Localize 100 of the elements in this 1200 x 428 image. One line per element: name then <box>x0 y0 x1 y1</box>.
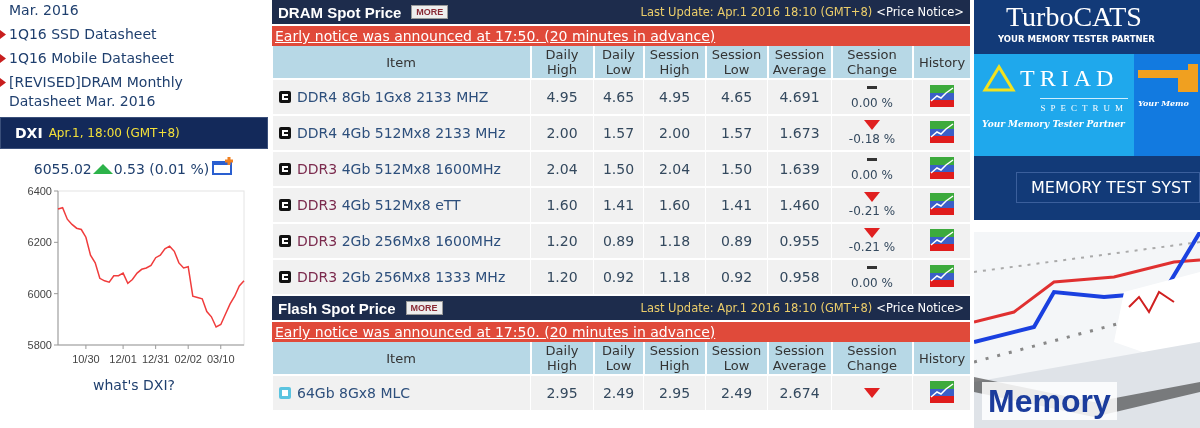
more-button[interactable]: MORE <box>411 5 449 19</box>
table-cell: 0.89 <box>705 223 768 259</box>
table-cell: 1.18 <box>643 223 706 259</box>
table-cell: 2.674 <box>767 375 832 410</box>
table-cell: 2.00 <box>643 115 706 151</box>
y-tick-label: 6200 <box>27 236 52 249</box>
early-notice-link[interactable]: Early notice was announced at 17:50. (20 minutes in advance) <box>275 324 716 340</box>
chip-icon <box>279 387 291 399</box>
price-notice-link[interactable]: <Price Notice> <box>876 5 964 19</box>
column-header: Session Change <box>831 46 913 79</box>
column-header: Session Change <box>831 342 913 375</box>
column-header: Daily High <box>530 342 594 375</box>
table-cell: 4.65 <box>593 79 644 115</box>
table-cell: 1.57 <box>593 115 644 151</box>
column-header: Session Average <box>767 46 832 79</box>
ad-brand-subtitle: SPECTRUM <box>1040 98 1128 113</box>
x-tick-label: 12/01 <box>109 353 137 365</box>
chip-icon <box>279 91 291 103</box>
table-cell: 4.95 <box>530 79 594 115</box>
column-header: Daily Low <box>593 342 644 375</box>
up-arrow-icon <box>92 164 113 174</box>
down-arrow-icon <box>864 120 880 130</box>
table-cell: 1.20 <box>530 223 594 259</box>
y-tick-label: 5800 <box>27 339 52 351</box>
column-header: Daily High <box>530 46 594 79</box>
chip-icon <box>279 271 291 283</box>
ad-slogan: Your Memory Tester Partner <box>982 119 1127 129</box>
datasheet-link[interactable]: Mar. 2016 <box>9 1 79 20</box>
dxi-title: DXI <box>15 125 43 141</box>
table-cell: 1.673 <box>767 115 832 151</box>
table-cell: 2.04 <box>530 151 594 187</box>
calendar-icon[interactable] <box>212 157 235 175</box>
chart-icon[interactable] <box>929 84 954 107</box>
x-tick-label: 12/31 <box>141 353 170 365</box>
chip-icon <box>279 199 291 211</box>
more-button[interactable]: MORE <box>405 301 443 315</box>
table-cell: 1.60 <box>643 187 706 223</box>
chart-icon[interactable] <box>929 120 954 143</box>
column-header: Item <box>272 342 531 375</box>
dxi-change: 0.53 (0.01 %) <box>113 161 210 177</box>
table-cell: 1.57 <box>705 115 768 151</box>
column-header: Daily Low <box>593 46 644 79</box>
datasheet-link[interactable]: 1Q16 Mobile Datasheet <box>9 49 174 68</box>
section-title: DRAM Spot Price <box>278 3 402 21</box>
down-arrow-icon <box>864 192 880 202</box>
ad-banner[interactable]: TurboCATS YOUR MEMORY TESTER PARTNER TRIAD SPECTRUM Your Memory Tester Partner Your Memo MEMORY TEST SYST <box>974 0 1200 220</box>
datasheet-link[interactable]: [REVISED]DRAM Monthly Datasheet Mar. 2016 <box>9 73 248 111</box>
column-header: History <box>912 342 970 375</box>
datasheet-link[interactable]: 1Q16 SSD Datasheet <box>9 25 157 44</box>
column-header: Session Low <box>705 46 768 79</box>
table-cell: 0.955 <box>767 223 832 259</box>
table-cell: 1.20 <box>530 259 594 294</box>
change-value: 0.00 % <box>851 168 893 182</box>
change-value: -0.21 % <box>848 240 896 254</box>
column-header: Session High <box>643 342 706 375</box>
ad-tagline: YOUR MEMORY TESTER PARTNER <box>997 34 1156 44</box>
down-arrow-icon <box>864 388 880 398</box>
table-cell: 0.89 <box>593 223 644 259</box>
price-notice-link[interactable]: <Price Notice> <box>876 301 964 315</box>
early-notice-link[interactable]: Early notice was announced at 17:50. (20 minutes in advance) <box>275 28 716 44</box>
dxi-value: 6055.02 <box>33 161 92 177</box>
ad-footer-text: MEMORY TEST SYST <box>1031 178 1192 197</box>
column-header: Item <box>272 46 531 79</box>
chart-icon[interactable] <box>929 380 954 403</box>
table-cell: 1.639 <box>767 151 832 187</box>
table-cell: 1.460 <box>767 187 832 223</box>
table-cell: 0.92 <box>593 259 644 294</box>
table-cell: 1.50 <box>593 151 644 187</box>
table-cell: 1.50 <box>705 151 768 187</box>
logo-icon <box>1138 64 1198 92</box>
chart-icon[interactable] <box>929 192 954 215</box>
ad-brand: TRIAD <box>1020 64 1119 92</box>
column-header: Session Low <box>705 342 768 375</box>
column-header: History <box>912 46 970 79</box>
table-cell: 1.41 <box>593 187 644 223</box>
chart-icon[interactable] <box>929 264 954 287</box>
chart-icon[interactable] <box>929 156 954 179</box>
change-value: 0.00 % <box>851 276 893 290</box>
section-title: Flash Spot Price <box>278 299 396 317</box>
change-value: -0.18 % <box>848 132 896 146</box>
chart-icon[interactable] <box>929 228 954 251</box>
last-update: Last Update: Apr.1 2016 18:10 (GMT+8) <box>640 301 873 315</box>
ad-title: TurboCATS <box>1005 0 1143 34</box>
table-cell: 4.691 <box>767 79 832 115</box>
x-tick-label: 03/10 <box>207 353 235 365</box>
down-arrow-icon <box>864 228 880 238</box>
dxi-info-link[interactable]: what's DXI? <box>93 377 175 393</box>
dxi-time: Apr.1, 18:00 (GMT+8) <box>48 126 180 140</box>
last-update: Last Update: Apr.1 2016 18:10 (GMT+8) <box>640 5 873 19</box>
table-cell: 2.95 <box>530 375 594 410</box>
chip-icon <box>279 235 291 247</box>
chip-icon <box>279 127 291 139</box>
triangle-icon <box>982 64 1016 92</box>
x-tick-label: 02/02 <box>174 353 202 365</box>
x-tick-label: 10/30 <box>72 353 100 365</box>
change-value: 0.00 % <box>851 96 893 110</box>
table-cell: 1.60 <box>530 187 594 223</box>
ad-slogan: Your Memo <box>1138 98 1190 108</box>
table-cell: 2.95 <box>643 375 706 410</box>
table-cell: 4.95 <box>643 79 706 115</box>
